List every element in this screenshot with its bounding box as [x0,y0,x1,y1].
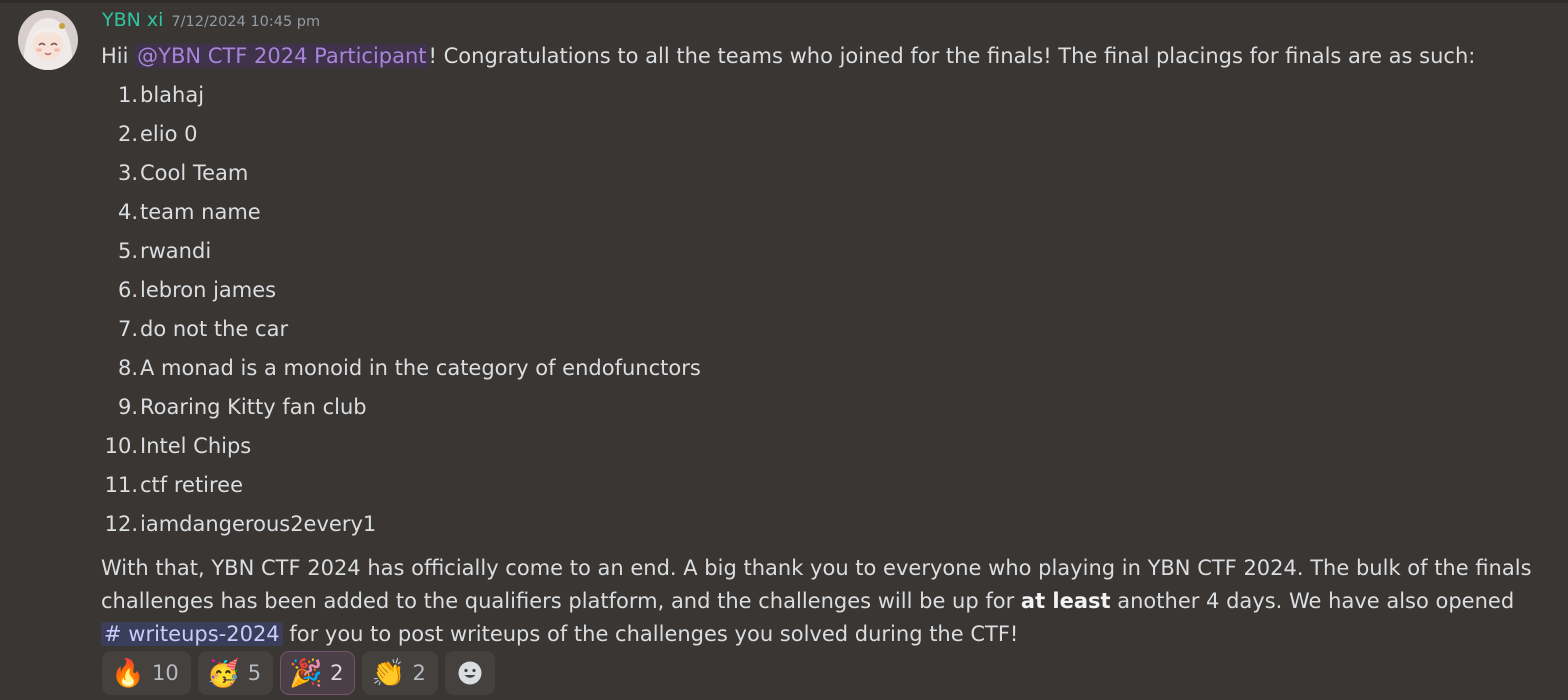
list-item: 6.lebron james [101,274,1541,313]
intro-text: ! Congratulations to all the teams who j… [428,44,1476,68]
intro-prefix: Hii [101,44,136,68]
list-item-team: lebron james [140,278,277,302]
list-item-team: blahaj [140,83,205,107]
list-item-team: Intel Chips [140,434,252,458]
intro-line: Hii @YBN CTF 2024 Participant! Congratul… [101,40,1541,73]
reaction-count: 5 [247,661,262,685]
timestamp[interactable]: 7/12/2024 10:45 pm [171,14,320,30]
list-item-number: 7. [117,317,138,341]
list-item: 8.A monad is a monoid in the category of… [101,352,1541,391]
message-content: Hii @YBN CTF 2024 Participant! Congratul… [101,40,1541,651]
list-item-number: 8. [117,356,138,380]
list-item-number: 9. [117,395,138,419]
channel-link-writeups[interactable]: # writeups-2024 [101,622,283,646]
list-item: 3.Cool Team [101,157,1541,196]
partying-face-icon: 🥳 [206,658,241,689]
list-item-team: Roaring Kitty fan club [140,395,367,419]
reaction-count: 2 [330,661,344,685]
list-item: 12.iamdangerous2every1 [101,508,1541,547]
list-item-team: elio 0 [140,122,198,146]
outro-bold-text: at least [1020,589,1111,613]
reaction-count: 2 [412,661,426,685]
fire-icon: 🔥 [111,658,145,689]
list-item-team: Cool Team [140,161,249,185]
reaction-button[interactable]: 🎉 2 [280,651,356,695]
reaction-count: 10 [152,661,179,685]
list-item-team: rwandi [140,239,212,263]
anime-girl-avatar-icon [18,10,78,70]
reactions-bar: 🔥 10 🥳 5 🎉 2 👏 2 [102,651,495,697]
placings-list: 1.blahaj 2.elio 0 3.Cool Team 4.team name 5.… [101,79,1541,547]
list-item-number: 3. [117,161,138,185]
list-item-team: iamdangerous2every1 [140,512,377,536]
smiley-icon [458,661,482,685]
list-item: 4.team name [101,196,1541,235]
reaction-button[interactable]: 🥳 5 [197,651,274,695]
list-item-number: 5. [117,239,138,263]
list-item: 2.elio 0 [101,118,1541,157]
list-item: 5.rwandi [101,235,1541,274]
list-item: 7.do not the car [101,313,1541,352]
message-header: YBN xi 7/12/2024 10:45 pm [102,9,320,37]
list-item-team: A monad is a monoid in the category of e… [140,356,701,380]
add-reaction-button[interactable] [444,651,495,695]
list-item: 10.Intel Chips [101,430,1541,469]
reaction-button[interactable]: 👏 2 [362,651,438,695]
outro-paragraph: With that, YBN CTF 2024 has officially c… [101,552,1541,651]
list-item-team: do not the car [140,317,289,341]
party-popper-icon: 🎉 [289,658,323,689]
list-item-number: 10. [104,434,138,458]
list-item-number: 12. [104,512,138,536]
list-item-number: 11. [104,473,138,497]
avatar[interactable] [18,10,78,70]
list-item-number: 2. [117,122,138,146]
list-item-number: 4. [117,200,138,224]
role-mention[interactable]: @YBN CTF 2024 Participant [135,44,429,68]
list-item: 9.Roaring Kitty fan club [101,391,1541,430]
list-item: 1.blahaj [101,79,1541,118]
reaction-button[interactable]: 🔥 10 [102,651,191,695]
list-item-number: 6. [117,278,138,302]
outro-text-3: for you to post writeups of the challeng… [282,622,1019,646]
list-item-team: ctf retiree [140,473,244,497]
chat-message: YBN xi 7/12/2024 10:45 pm Hii @YBN CTF 20… [0,0,1568,700]
clapping-hands-icon: 👏 [371,658,406,689]
outro-text-2: another 4 days. We have also opened [1110,589,1515,613]
list-item: 11.ctf retiree [101,469,1541,508]
list-item-number: 1. [117,83,138,107]
list-item-team: team name [140,200,261,224]
username[interactable]: YBN xi [102,9,163,31]
